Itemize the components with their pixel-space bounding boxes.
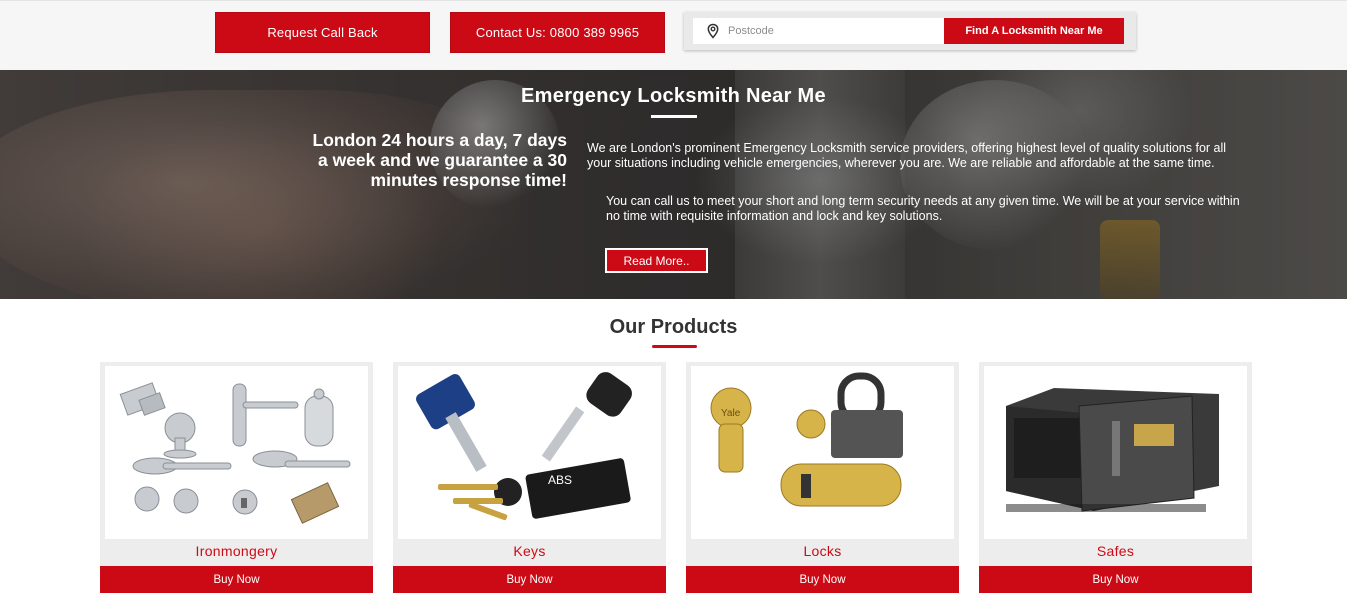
buy-now-button[interactable]: Buy Now: [393, 566, 666, 593]
products-title-underline: [652, 345, 697, 348]
product-name[interactable]: Locks: [686, 543, 959, 559]
safes-image[interactable]: [984, 366, 1247, 539]
top-bar: Request Call Back Contact Us: 0800 389 9…: [0, 0, 1347, 70]
hero-paragraph-1: We are London's prominent Emergency Lock…: [587, 141, 1227, 170]
contact-us-button[interactable]: Contact Us: 0800 389 9965: [450, 12, 665, 53]
hero-title: Emergency Locksmith Near Me: [521, 85, 826, 107]
product-name[interactable]: Ironmongery: [100, 543, 373, 559]
product-card-keys: ABS Keys Buy Now: [393, 362, 666, 593]
product-card-locks: Yale Locks Buy Now: [686, 362, 959, 593]
find-locksmith-button[interactable]: Find A Locksmith Near Me: [944, 18, 1124, 44]
search-field-wrapper: Find A Locksmith Near Me: [693, 18, 1124, 44]
ironmongery-image[interactable]: [105, 366, 368, 539]
buy-now-button[interactable]: Buy Now: [686, 566, 959, 593]
product-card-ironmongery: Ironmongery Buy Now: [100, 362, 373, 593]
buy-now-button[interactable]: Buy Now: [100, 566, 373, 593]
hero-title-underline: [651, 115, 697, 118]
keys-image[interactable]: ABS: [398, 366, 661, 539]
product-name[interactable]: Safes: [979, 543, 1252, 559]
postcode-input[interactable]: [728, 21, 943, 41]
postcode-search: Find A Locksmith Near Me: [684, 12, 1136, 50]
svg-text:ABS: ABS: [548, 473, 572, 487]
hero-banner: Emergency Locksmith Near Me London 24 ho…: [0, 70, 1347, 299]
read-more-button[interactable]: Read More..: [605, 248, 708, 273]
hero-paragraph-2: You can call us to meet your short and l…: [606, 194, 1240, 223]
buy-now-button[interactable]: Buy Now: [979, 566, 1252, 593]
request-call-back-button[interactable]: Request Call Back: [215, 12, 430, 53]
product-name[interactable]: Keys: [393, 543, 666, 559]
hero-tagline: London 24 hours a day, 7 days a week and…: [312, 130, 567, 190]
svg-text:Yale: Yale: [721, 408, 741, 419]
map-pin-icon: [705, 23, 721, 39]
product-card-safes: Safes Buy Now: [979, 362, 1252, 593]
locks-image[interactable]: Yale: [691, 366, 954, 539]
products-title: Our Products: [609, 316, 738, 338]
